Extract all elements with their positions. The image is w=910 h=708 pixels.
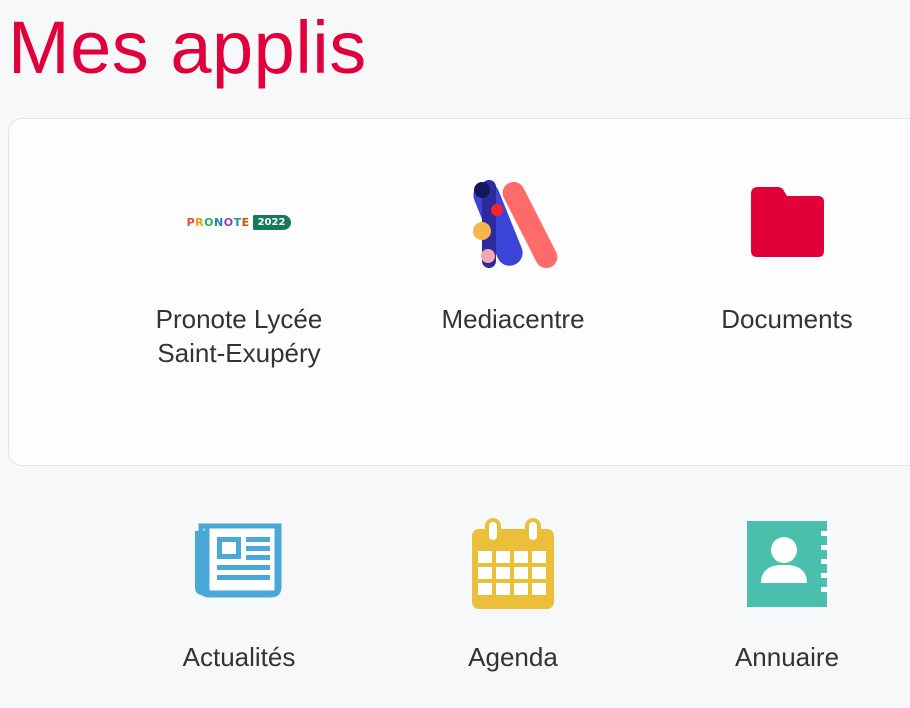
app-label-pronote-line1: Pronote Lycée — [155, 304, 323, 334]
app-tile-agenda[interactable]: Agenda — [393, 515, 633, 685]
app-tile-mediacentre[interactable]: Mediacentre — [393, 170, 633, 390]
app-label-mediacentre: Mediacentre — [441, 304, 585, 334]
mediacentre-logo-icon — [473, 180, 558, 269]
app-label-pronote: Pronote Lycée Saint-Exupéry — [119, 302, 359, 370]
app-label-pronote-line2: Saint-Exupéry — [157, 338, 321, 368]
app-label-annuaire: Annuaire — [734, 642, 840, 672]
folder-icon — [751, 187, 824, 257]
pronote-logo-icon: PRONOTE 2022 — [186, 170, 292, 274]
pronote-year: 2022 — [252, 214, 292, 230]
newspaper-icon — [195, 523, 282, 598]
page-title: Mes applis — [8, 6, 367, 89]
page: Mes applis PRONOTE 2022 Pronote Lycée Sa… — [0, 0, 910, 708]
app-tile-pronote[interactable]: PRONOTE 2022 Pronote Lycée Saint-Exupéry — [119, 170, 359, 390]
app-tile-annuaire[interactable]: Annuaire — [667, 515, 907, 685]
app-label-actualites: Actualités — [182, 642, 296, 672]
app-tile-actualites[interactable]: Actualités — [119, 515, 359, 685]
pronote-word: PRONOTE — [186, 215, 250, 229]
app-label-agenda: Agenda — [468, 642, 558, 672]
contact-book-icon — [747, 521, 831, 607]
app-tile-documents[interactable]: Documents — [667, 170, 907, 390]
calendar-icon — [472, 518, 554, 609]
app-label-documents: Documents — [721, 304, 853, 334]
